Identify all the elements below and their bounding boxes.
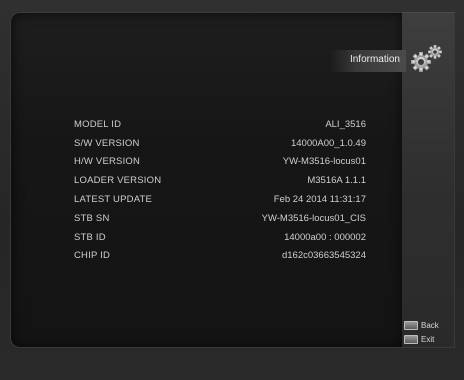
- info-label: LATEST UPDATE: [74, 194, 153, 206]
- back-key-icon: [404, 320, 418, 330]
- info-value: YW-M3516-locus01: [282, 156, 366, 168]
- info-row-latest-update: LATEST UPDATE Feb 24 2014 11:31:17: [74, 190, 366, 209]
- info-label: CHIP ID: [74, 250, 111, 262]
- exit-key-icon: [404, 334, 418, 344]
- exit-hint-label: Exit: [421, 334, 435, 344]
- info-label: H/W VERSION: [74, 156, 141, 168]
- exit-hint[interactable]: Exit: [404, 332, 456, 346]
- info-label: LOADER VERSION: [74, 175, 162, 187]
- info-row-sw-version: S/W VERSION 14000A00_1.0.49: [74, 134, 366, 153]
- info-row-loader-version: LOADER VERSION M3516A 1.1.1: [74, 171, 366, 190]
- info-label: STB SN: [74, 212, 110, 224]
- info-row-stb-id: STB ID 14000a00 : 000002: [74, 228, 366, 247]
- info-value: 14000A00_1.0.49: [290, 137, 366, 149]
- info-row-model-id: MODEL ID ALI_3516: [74, 115, 366, 134]
- info-row-stb-sn: STB SN YW-M3516-locus01_CIS: [74, 209, 366, 228]
- info-value: ALI_3516: [325, 118, 366, 130]
- info-label: STB ID: [74, 231, 106, 243]
- back-hint[interactable]: Back: [404, 318, 456, 332]
- title-tab-pointer: [400, 53, 407, 69]
- info-value: YW-M3516-locus01_CIS: [261, 212, 366, 224]
- info-value: M3516A 1.1.1: [307, 175, 366, 187]
- page-title: Information: [349, 54, 400, 65]
- info-value: d162c03663545324: [281, 250, 366, 262]
- back-hint-label: Back: [421, 320, 439, 330]
- info-table: MODEL ID ALI_3516 S/W VERSION 14000A00_1…: [74, 115, 366, 265]
- info-row-chip-id: CHIP ID d162c03663545324: [74, 247, 366, 266]
- tv-screen: Information MODEL ID ALI_3516 S/W VERSIO…: [0, 0, 464, 380]
- gears-icon: [408, 42, 444, 78]
- info-value: Feb 24 2014 11:31:17: [273, 194, 366, 206]
- info-label: S/W VERSION: [74, 137, 140, 149]
- info-row-hw-version: H/W VERSION YW-M3516-locus01: [74, 153, 366, 172]
- info-label: MODEL ID: [74, 118, 122, 130]
- info-value: 14000a00 : 000002: [284, 231, 366, 243]
- key-hints: Back Exit: [404, 318, 456, 346]
